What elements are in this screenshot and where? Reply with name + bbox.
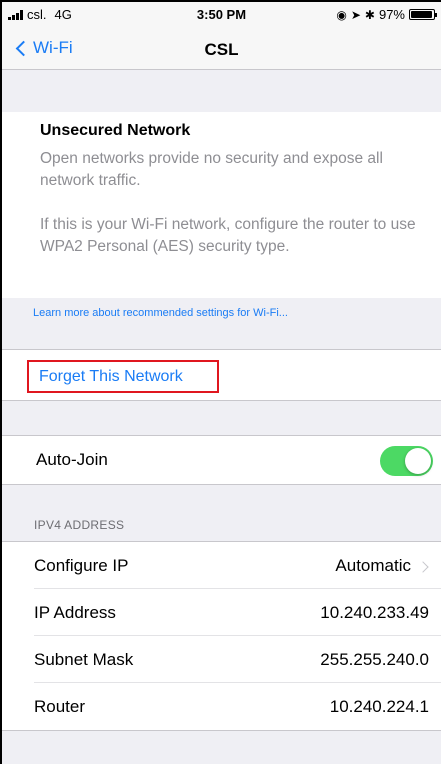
status-right: ◉ ➤ ✱ 97% — [336, 7, 437, 22]
status-bar: csl. 4G 3:50 PM ◉ ➤ ✱ 97% — [2, 2, 441, 28]
configure-ip-row[interactable]: Configure IP Automatic — [2, 542, 441, 589]
info-paragraph-1: Open networks provide no security and ex… — [40, 150, 383, 189]
battery-percent: 97% — [378, 7, 405, 22]
configure-ip-label: Configure IP — [34, 556, 129, 575]
battery-level — [411, 11, 433, 18]
bluetooth-icon: ✱ — [364, 7, 375, 22]
subnet-mask-label: Subnet Mask — [34, 650, 134, 669]
subnet-mask-value: 255.255.240.0 — [320, 650, 429, 669]
router-row: Router 10.240.224.1 — [2, 683, 441, 730]
auto-join-row: Auto-Join — [2, 435, 441, 485]
location-icon: ➤ — [350, 7, 361, 22]
forget-network-row[interactable]: Forget This Network — [2, 349, 441, 401]
ipv4-section-header: IPV4 ADDRESS — [34, 518, 125, 532]
info-title: Unsecured Network — [40, 122, 191, 139]
subnet-mask-row: Subnet Mask 255.255.240.0 — [2, 636, 441, 683]
forget-network-button[interactable]: Forget This Network — [39, 368, 183, 386]
navigation-bar: Wi-Fi CSL — [2, 28, 441, 70]
learn-more-link[interactable]: Learn more about recommended settings fo… — [33, 307, 288, 319]
ip-address-label: IP Address — [34, 603, 116, 622]
page-title: CSL — [204, 40, 239, 59]
chevron-right-icon — [417, 561, 429, 573]
highlight-box: Forget This Network — [27, 360, 219, 393]
router-label: Router — [34, 697, 86, 716]
security-info-panel: Unsecured Network Open networks provide … — [2, 112, 441, 298]
auto-join-label: Auto-Join — [36, 450, 108, 469]
battery-icon — [409, 9, 437, 20]
ip-address-row: IP Address 10.240.233.49 — [2, 589, 441, 636]
configure-ip-value: Automatic — [335, 556, 411, 575]
auto-join-toggle[interactable] — [380, 446, 433, 476]
toggle-knob — [405, 448, 431, 474]
router-value: 10.240.224.1 — [329, 697, 429, 716]
ip-address-value: 10.240.233.49 — [320, 603, 429, 622]
orientation-lock-icon: ◉ — [336, 7, 347, 22]
info-paragraph-2: If this is your Wi-Fi network, configure… — [40, 216, 416, 255]
ipv4-group: Configure IP Automatic IP Address 10.240… — [2, 541, 441, 731]
